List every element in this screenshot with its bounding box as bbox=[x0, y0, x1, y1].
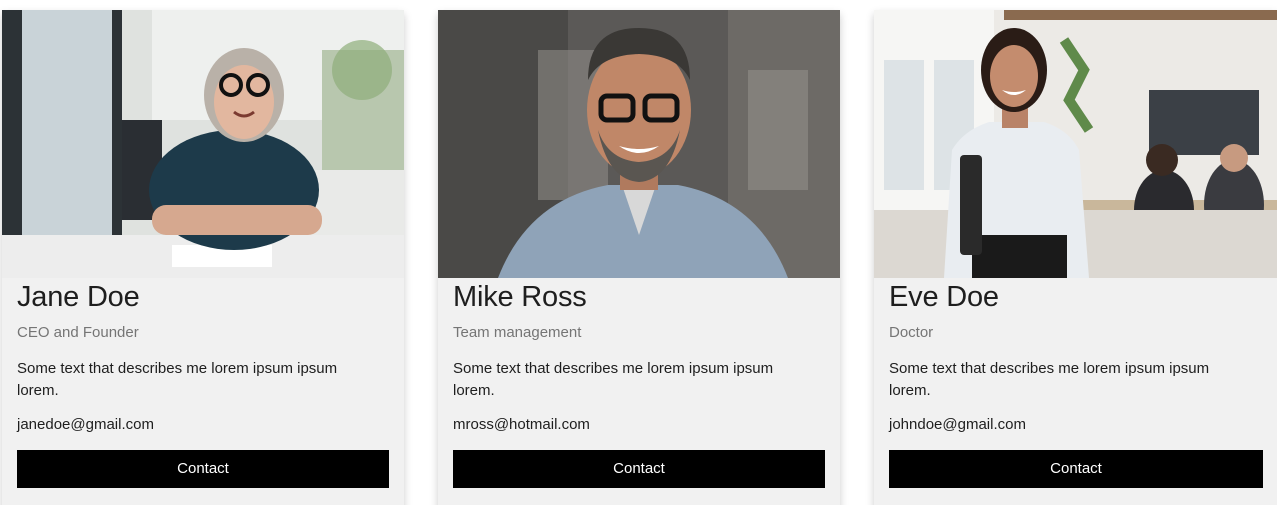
card-body: Eve Doe Doctor Some text that describes … bbox=[874, 278, 1277, 488]
contact-button[interactable]: Contact bbox=[453, 450, 825, 488]
team-card: Mike Ross Team management Some text that… bbox=[438, 10, 840, 505]
card-body: Mike Ross Team management Some text that… bbox=[438, 278, 840, 488]
card-body: Jane Doe CEO and Founder Some text that … bbox=[2, 278, 404, 488]
contact-button[interactable]: Contact bbox=[17, 450, 389, 488]
member-description: Some text that describes me lorem ipsum … bbox=[889, 360, 1210, 399]
member-name: Jane Doe bbox=[17, 281, 140, 313]
team-card: Eve Doe Doctor Some text that describes … bbox=[874, 10, 1277, 505]
profile-photo bbox=[2, 10, 404, 278]
member-description: Some text that describes me lorem ipsum … bbox=[453, 360, 774, 399]
profile-photo bbox=[438, 10, 840, 278]
member-email: mross@hotmail.com bbox=[453, 416, 590, 433]
member-title: Doctor bbox=[889, 324, 934, 341]
contact-button[interactable]: Contact bbox=[889, 450, 1263, 488]
member-name: Eve Doe bbox=[889, 281, 999, 313]
profile-photo bbox=[874, 10, 1277, 278]
member-name: Mike Ross bbox=[453, 281, 587, 313]
member-email: johndoe@gmail.com bbox=[889, 416, 1026, 433]
team-row: Jane Doe CEO and Founder Some text that … bbox=[0, 0, 1277, 505]
member-title: Team management bbox=[453, 324, 582, 341]
team-card: Jane Doe CEO and Founder Some text that … bbox=[2, 10, 404, 505]
member-email: janedoe@gmail.com bbox=[17, 416, 154, 433]
member-title: CEO and Founder bbox=[17, 324, 139, 341]
member-description: Some text that describes me lorem ipsum … bbox=[17, 360, 338, 399]
